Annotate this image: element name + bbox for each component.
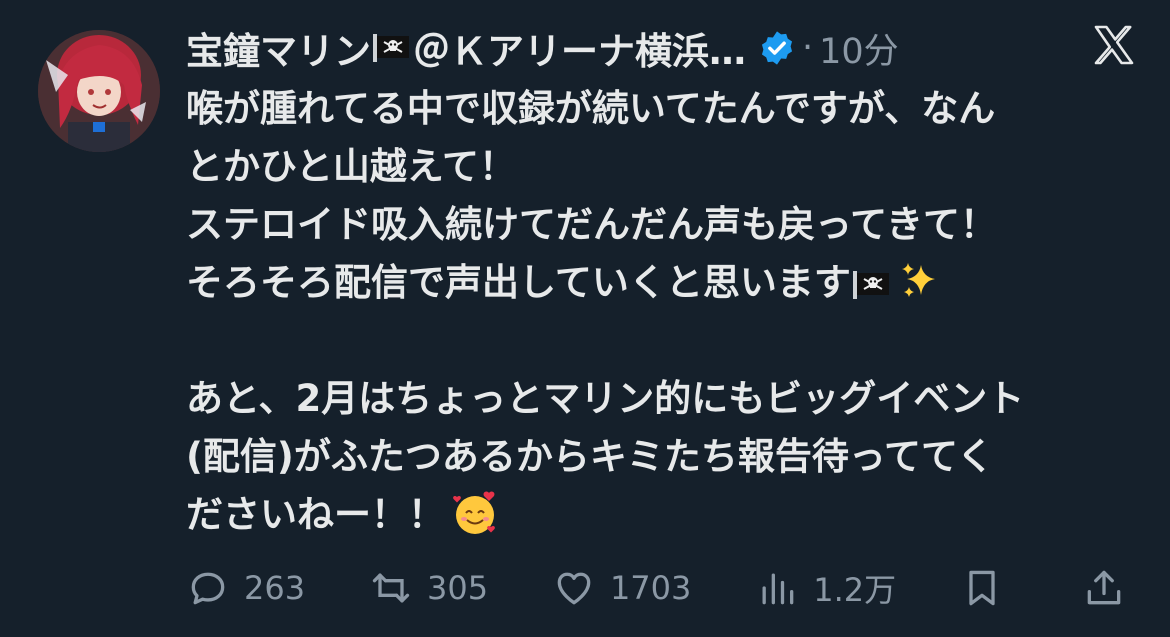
- avatar[interactable]: [38, 30, 160, 152]
- retweet-button[interactable]: 305: [369, 566, 488, 610]
- tweet-text: 喉が腫れてる中で収録が続いてたんですが、なん とかひと山越えて！ ステロイド吸入…: [186, 80, 1136, 544]
- tweet-header: 宝鐘マリン ＠Ｋアリーナ横浜… · 10分: [186, 18, 1130, 78]
- pirate-flag-icon: [852, 270, 889, 299]
- time-separator: ·: [802, 28, 814, 68]
- tweet-line: ステロイド吸入続けてだんだん声も戻ってきて！: [186, 203, 998, 246]
- smiling-face-with-hearts-icon: [453, 491, 495, 534]
- timestamp[interactable]: 10分: [819, 23, 899, 74]
- analytics-icon: [762, 573, 794, 605]
- share-button[interactable]: [1082, 566, 1140, 610]
- verified-badge-icon: [761, 31, 793, 65]
- x-logo-icon[interactable]: [1090, 22, 1138, 70]
- reply-icon: [191, 572, 225, 605]
- tweet-line-text: そろそろ配信で声出していくと思います: [186, 261, 851, 304]
- tweet-line-with-emoji: ださいねー！！: [186, 486, 1136, 544]
- tweet-line-empty: [186, 312, 1136, 370]
- retweet-icon: [372, 573, 410, 603]
- sparkles-icon: [901, 263, 935, 297]
- like-count: 1703: [609, 569, 692, 607]
- bookmark-button[interactable]: [960, 566, 1018, 610]
- bookmark-icon: [969, 570, 995, 606]
- reply-button[interactable]: 263: [186, 566, 305, 610]
- retweet-count: 305: [426, 569, 489, 607]
- reply-count: 263: [244, 569, 306, 607]
- tweet-line: 喉が腫れてる中で収録が続いてたんですが、なん: [186, 87, 996, 130]
- heart-icon: [557, 572, 591, 605]
- tweet-line: あと、2月はちょっとマリン的にもビッグイベント: [186, 377, 1025, 420]
- views-count: 1.2万: [813, 571, 897, 609]
- author-name-event[interactable]: ＠Ｋアリーナ横浜…: [413, 21, 746, 75]
- like-button[interactable]: 1703: [552, 566, 691, 610]
- tweet-actions: 263 305 1703 1.2万: [186, 560, 1140, 616]
- tweet-line: (配信)がふたつあるからキミたち報告待っててく: [186, 435, 994, 478]
- tweet-line-with-emoji: そろそろ配信で声出していくと思います: [186, 254, 1136, 312]
- tweet-line: とかひと山越えて！: [186, 145, 517, 188]
- pirate-flag-icon: [373, 34, 409, 62]
- author-name[interactable]: 宝鐘マリン: [186, 21, 371, 75]
- views-button[interactable]: 1.2万: [755, 565, 896, 611]
- tweet-line-text: ださいねー！！: [186, 493, 445, 536]
- share-icon: [1087, 570, 1121, 605]
